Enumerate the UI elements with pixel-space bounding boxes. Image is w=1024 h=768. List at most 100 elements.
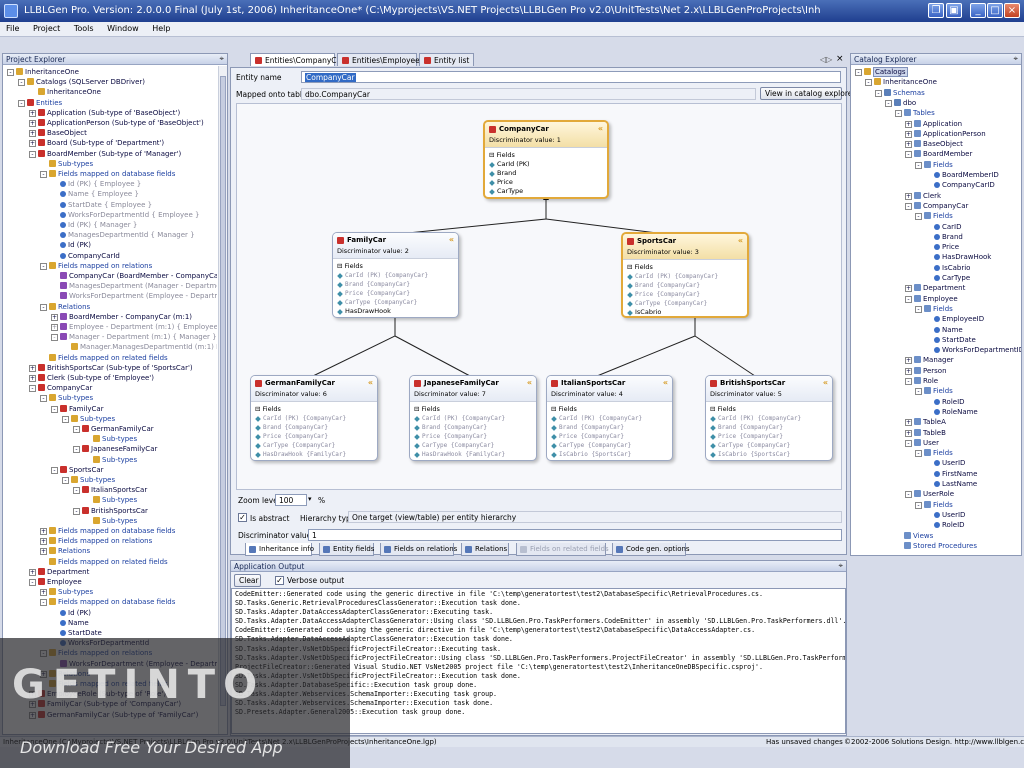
expand-icon[interactable]: + [905, 130, 912, 138]
tree-node[interactable]: CompanyCarId [51, 251, 120, 261]
tree-node[interactable]: LastName [925, 479, 977, 489]
expand-icon[interactable]: + [29, 364, 36, 372]
tree-node[interactable]: + TableA [905, 417, 946, 427]
expand-icon[interactable]: + [29, 130, 36, 138]
collapse-icon[interactable]: - [885, 99, 892, 107]
menu-window[interactable]: Window [101, 22, 144, 33]
tree-node[interactable]: Sub-types [84, 455, 137, 465]
collapse-icon[interactable]: - [915, 501, 922, 509]
tree-node[interactable]: - Fields [915, 304, 953, 314]
tree-node[interactable]: - Sub-types [62, 414, 115, 424]
collapse-icon[interactable]: - [40, 395, 47, 403]
tree-node[interactable]: Manager.ManagesDepartmentId (m:1) De [62, 342, 217, 352]
tree-node[interactable]: - Fields [915, 500, 953, 510]
pin-icon[interactable]: ⌖ [838, 561, 843, 571]
tree-node[interactable]: + Department [29, 567, 89, 577]
tree-node[interactable]: Id (PK) [51, 608, 91, 618]
collapse-icon[interactable]: - [915, 161, 922, 169]
tree-node[interactable]: InheritanceOne [29, 87, 101, 97]
tree-node[interactable]: Stored Procedures [895, 541, 977, 551]
tab-inheritance-info[interactable]: Inheritance info [245, 543, 314, 556]
pin-icon[interactable]: ⌖ [219, 54, 224, 64]
expand-icon[interactable]: + [905, 141, 912, 149]
minimize-button[interactable]: _ [970, 3, 986, 18]
restore-panel-button[interactable]: ❐ [928, 3, 944, 18]
collapse-icon[interactable]: - [915, 388, 922, 396]
collapse-icon[interactable]: - [915, 450, 922, 458]
tree-node[interactable]: - InheritanceOne [865, 77, 937, 87]
collapse-icon[interactable]: - [73, 507, 80, 515]
collapse-icon[interactable]: - [73, 446, 80, 454]
tree-node[interactable]: - SportsCar [51, 465, 104, 475]
tree-node[interactable]: Price [925, 242, 959, 252]
tree-node[interactable]: - Fields [915, 448, 953, 458]
collapse-icon[interactable]: - [915, 213, 922, 221]
collapse-icon[interactable]: - [875, 89, 882, 97]
collapse-icon[interactable]: - [905, 295, 912, 303]
entity-box-familycar[interactable]: FamilyCar Discriminator value: 2 « ⊟ Fie… [332, 232, 459, 318]
tree-node[interactable]: - BoardMember [905, 149, 972, 159]
collapse-icon[interactable]: - [7, 69, 14, 76]
help-panel-button[interactable]: ▣ [946, 3, 962, 18]
tree-node[interactable]: - FamilyCar [51, 404, 104, 414]
collapse-icon[interactable]: - [915, 305, 922, 313]
tree-node[interactable]: ManagesDepartmentId { Manager } [51, 230, 195, 240]
fields-header[interactable]: ⊟ Fields [333, 259, 458, 271]
fields-header[interactable]: ⊟ Fields [485, 148, 607, 160]
tab-entities-employee[interactable]: Entities\Employee [337, 53, 420, 66]
tab-fields-on-related-fields[interactable]: Fields on related fields [516, 543, 609, 556]
entity-box-japanesefamilycar[interactable]: JapaneseFamilyCar Discriminator value: 7… [409, 375, 537, 461]
tree-node[interactable]: - Sub-types [62, 475, 115, 485]
collapse-chevron-icon[interactable]: « [449, 235, 454, 244]
tree-node[interactable]: + Sub-types [40, 587, 93, 597]
entity-box-sportscar[interactable]: SportsCar Discriminator value: 3 « ⊟ Fie… [621, 232, 749, 318]
tree-node[interactable]: Name [925, 325, 963, 335]
tree-node[interactable]: Fields mapped on related fields [40, 557, 168, 567]
collapse-icon[interactable]: - [855, 69, 862, 76]
tree-node[interactable]: + Fields mapped on database fields [40, 526, 175, 536]
collapse-icon[interactable]: - [865, 79, 872, 87]
collapse-icon[interactable]: - [29, 579, 36, 586]
tree-node[interactable]: EmployeeID [925, 314, 984, 324]
tree-node[interactable]: Id (PK) { Employee } [51, 179, 141, 189]
tree-node[interactable]: + BoardMember - CompanyCar (m:1) [51, 312, 192, 322]
expand-icon[interactable]: + [40, 548, 47, 556]
close-button[interactable]: × [1004, 3, 1020, 18]
entity-box-companycar[interactable]: CompanyCar Discriminator value: 1 « ⊟ Fi… [483, 120, 609, 199]
expand-icon[interactable]: + [29, 120, 36, 127]
tree-node[interactable]: - Fields [915, 160, 953, 170]
tree-node[interactable]: - Catalogs [855, 67, 908, 77]
is-abstract-checkbox[interactable]: ✓ [238, 513, 247, 522]
tree-node[interactable]: CompanyCarID [925, 180, 995, 190]
tree-node[interactable]: + Clerk (Sub-type of 'Employee') [29, 373, 154, 383]
expand-icon[interactable]: + [905, 357, 912, 365]
tree-node[interactable]: + Application (Sub-type of 'BaseObject') [29, 108, 180, 118]
tree-node[interactable]: CarID [925, 222, 962, 232]
tree-node[interactable]: - Employee [905, 294, 958, 304]
tree-node[interactable]: + Person [905, 366, 947, 376]
project-tree-scrollbar[interactable] [218, 66, 227, 734]
expand-icon[interactable]: + [905, 367, 912, 375]
entity-box-italiansportscar[interactable]: ItalianSportsCar Discriminator value: 4 … [546, 375, 673, 461]
collapse-icon[interactable]: - [29, 385, 36, 393]
collapse-icon[interactable]: - [40, 171, 47, 178]
tree-node[interactable]: - Relations [40, 302, 90, 312]
menu-help[interactable]: Help [146, 22, 175, 33]
tree-node[interactable]: WorksForDepartmentId { Employee } [51, 210, 199, 220]
tree-node[interactable]: Name [51, 618, 89, 628]
zoom-level-select[interactable]: 100 [275, 494, 307, 506]
fields-header[interactable]: ⊟ Fields [410, 402, 536, 414]
tree-node[interactable]: - BoardMember (Sub-type of 'Manager') [29, 149, 181, 159]
tab-code-gen-options[interactable]: Code gen. options [612, 543, 690, 556]
tab-entities-companycar[interactable]: Entities\CompanyCar [250, 53, 344, 66]
view-in-catalog-explorer-button[interactable]: View in catalog explorer [760, 87, 855, 100]
tree-node[interactable]: - Catalogs (SQLServer DBDriver) [18, 77, 145, 87]
tree-node[interactable]: RoleID [925, 397, 965, 407]
collapse-chevron-icon[interactable]: « [738, 236, 743, 245]
entity-name-input[interactable]: CompanyCar [301, 71, 841, 83]
expand-icon[interactable]: + [905, 120, 912, 128]
expand-icon[interactable]: + [40, 538, 47, 546]
tree-node[interactable]: IsCabrio [925, 263, 970, 273]
entity-box-britishsportscar[interactable]: BritishSportsCar Discriminator value: 5 … [705, 375, 833, 461]
tree-node[interactable]: - Fields mapped on database fields [40, 597, 175, 607]
